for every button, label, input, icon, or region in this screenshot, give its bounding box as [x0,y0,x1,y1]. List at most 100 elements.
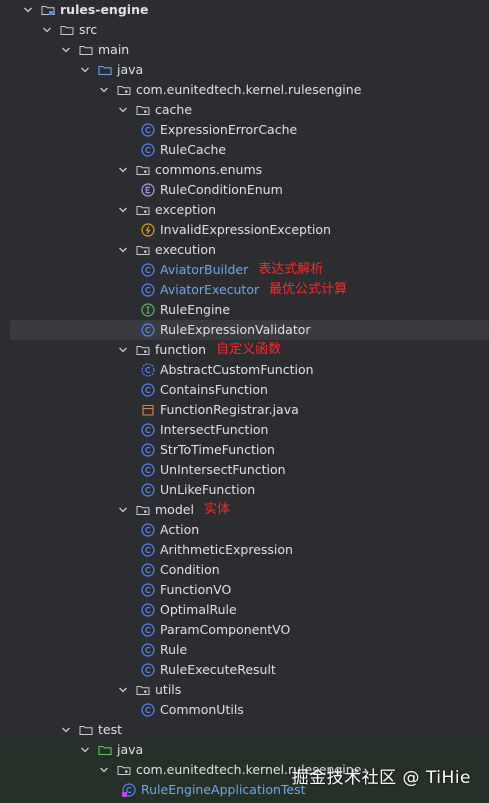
tree-row[interactable]: function 自定义函数 [0,340,489,360]
tree-row[interactable]: AbstractCustomFunction [0,360,489,380]
package-icon [117,83,131,97]
chevron-down-icon[interactable] [42,25,52,35]
tree-item-label: RuleCache [160,142,227,157]
tree-row[interactable]: FunctionVO [0,580,489,600]
chevron-down-icon[interactable] [61,45,71,55]
chevron-down-icon[interactable] [118,685,128,695]
tree-item-label: commons.enums [155,162,263,177]
tree-row[interactable]: FunctionRegistrar.java [0,400,489,420]
tree-item-label: InvalidExpressionException [160,222,331,237]
class-icon [141,323,155,337]
tree-row[interactable]: AviatorBuilder 表达式解析 [0,260,489,280]
tree-item-label: java [117,62,144,77]
tree-row[interactable]: ArithmeticExpression [0,540,489,560]
tree-item-label: CommonUtils [160,702,244,717]
class-icon [141,423,155,437]
tree-row[interactable]: rules-engine [0,0,489,20]
tree-item-label: RuleConditionEnum [160,182,283,197]
tree-item-label: AviatorExecutor [160,282,260,297]
tree-row[interactable]: StrToTimeFunction [0,440,489,460]
tree-row[interactable]: test [0,720,489,740]
module-folder-icon [41,3,55,17]
tree-row[interactable]: Rule [0,640,489,660]
tree-row[interactable]: OptimalRule [0,600,489,620]
tree-row[interactable]: UnIntersectFunction [0,460,489,480]
class-icon [141,543,155,557]
tree-item-label: utils [155,682,182,697]
tree-item-label: UnLikeFunction [160,482,256,497]
tree-item-label: rules-engine [60,2,149,17]
class-icon [141,703,155,717]
tree-item-label: com.eunitedtech.kernel.rulesengine [136,82,362,97]
tree-row[interactable]: ParamComponentVO [0,620,489,640]
tree-row[interactable]: Action [0,520,489,540]
chevron-down-icon[interactable] [118,345,128,355]
tree-row[interactable]: AviatorExecutor 最优公式计算 [0,280,489,300]
tree-row[interactable]: execution [0,240,489,260]
tree-row[interactable]: UnLikeFunction [0,480,489,500]
tree-row[interactable]: com.eunitedtech.kernel.rulesengine [0,80,489,100]
tree-item-label: AbstractCustomFunction [160,362,314,377]
test-folder-icon [98,743,112,757]
watermark: 掘金技术社区 @ TiHie [291,768,471,788]
tree-row[interactable]: ContainsFunction [0,380,489,400]
tree-row[interactable]: RuleExpressionValidator [10,320,489,340]
chevron-down-icon[interactable] [118,505,128,515]
tree-row[interactable]: java [0,740,489,760]
tree-item-label: ContainsFunction [160,382,268,397]
tree-item-label: UnIntersectFunction [160,462,286,477]
tree-row[interactable]: Condition [0,560,489,580]
tree-row[interactable]: model 实体 [0,500,489,520]
tree-row[interactable]: commons.enums [0,160,489,180]
tree-item-label: java [117,742,144,757]
tree-item-label: Condition [160,562,220,577]
tree-row[interactable]: RuleEngine [0,300,489,320]
chevron-down-icon[interactable] [118,245,128,255]
chevron-down-icon[interactable] [118,205,128,215]
annotation-note: 自定义函数 [216,342,282,357]
class-icon [141,143,155,157]
chevron-down-icon[interactable] [80,745,90,755]
tree-row[interactable]: cache [0,100,489,120]
tree-item-label: main [98,42,130,57]
chevron-down-icon[interactable] [23,5,33,15]
tree-row[interactable]: ExpressionErrorCache [0,120,489,140]
tree-item-label: cache [155,102,193,117]
chevron-down-icon[interactable] [61,725,71,735]
tree-row[interactable]: RuleConditionEnum [0,180,489,200]
class-icon [141,283,155,297]
tree-item-label: ExpressionErrorCache [160,122,298,137]
class-icon [141,463,155,477]
tree-row[interactable]: exception [0,200,489,220]
tree-row[interactable]: InvalidExpressionException [0,220,489,240]
tree-row[interactable]: IntersectFunction [0,420,489,440]
folder-icon [79,723,93,737]
tree-item-label: test [98,722,123,737]
chevron-down-icon[interactable] [99,765,109,775]
package-icon [136,103,150,117]
class-icon [141,483,155,497]
chevron-down-icon[interactable] [118,105,128,115]
tree-item-label: ParamComponentVO [160,622,291,637]
tree-item-label: RuleExpressionValidator [160,322,311,337]
tree-row[interactable]: src [0,20,489,40]
tree-row[interactable]: RuleCache [0,140,489,160]
package-icon [136,203,150,217]
annotation-note: 实体 [203,502,230,517]
class-icon [141,663,155,677]
tree-row[interactable]: RuleExecuteResult [0,660,489,680]
chevron-down-icon[interactable] [80,65,90,75]
abstract-class-icon [141,363,155,377]
class-icon [141,523,155,537]
tree-item-label: OptimalRule [160,602,237,617]
chevron-down-icon[interactable] [118,165,128,175]
tree-row[interactable]: main [0,40,489,60]
tree-row[interactable]: CommonUtils [0,700,489,720]
tree-item-label: StrToTimeFunction [160,442,275,457]
chevron-down-icon[interactable] [99,85,109,95]
package-icon [136,343,150,357]
tree-row[interactable]: java [0,60,489,80]
tree-item-label: IntersectFunction [160,422,269,437]
annotation-note: 表达式解析 [258,262,324,277]
tree-row[interactable]: utils [0,680,489,700]
